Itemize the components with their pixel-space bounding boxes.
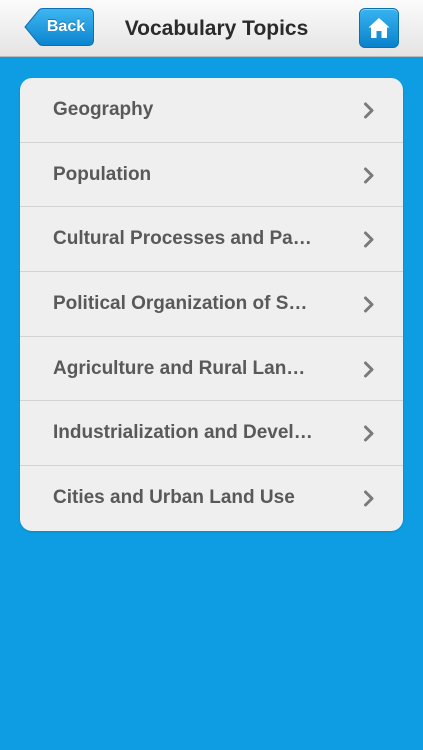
list-item-label: Population [53,163,152,185]
chevron-right-icon [364,490,374,507]
navigation-bar: Back Vocabulary Topics [0,0,423,57]
topic-list: Geography Population Cultural Processes … [20,78,403,531]
list-item-label: Geography [53,99,154,120]
list-item-label: Cultural Processes and Pa… [53,228,312,250]
chevron-right-icon [364,361,374,378]
list-item-label: Cities and Urban Land Use [53,487,295,509]
home-icon [368,18,390,38]
list-item-label: Industrialization and Devel… [53,422,313,444]
list-item-population[interactable]: Population [20,143,403,208]
chevron-right-icon [364,102,374,119]
list-item-cities-urban[interactable]: Cities and Urban Land Use [20,466,403,531]
list-item-industrialization[interactable]: Industrialization and Devel… [20,401,403,467]
back-button[interactable]: Back [24,8,94,46]
list-item-political-organization[interactable]: Political Organization of S… [20,272,403,337]
list-item-label: Political Organization of S… [53,293,308,315]
list-item-agriculture[interactable]: Agriculture and Rural Lan… [20,337,403,402]
page-title: Vocabulary Topics [124,17,309,40]
back-button-label: Back [46,18,86,35]
chevron-right-icon [364,231,374,248]
chevron-right-icon [364,167,374,184]
chevron-right-icon [364,425,374,442]
list-item-label: Agriculture and Rural Lan… [53,357,306,379]
home-button[interactable] [359,8,399,48]
list-item-geography[interactable]: Geography [20,78,403,143]
list-item-cultural-processes[interactable]: Cultural Processes and Pa… [20,207,403,273]
chevron-right-icon [364,296,374,313]
